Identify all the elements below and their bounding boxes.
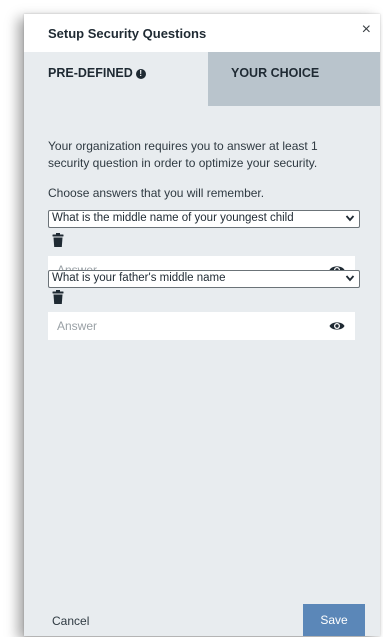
requirement-text: Your organization requires you to answer… (48, 139, 318, 170)
tab-your-choice-label: YOUR CHOICE (231, 66, 320, 80)
cancel-button[interactable]: Cancel (52, 614, 89, 628)
trash-icon[interactable] (52, 233, 64, 247)
question-select-1-value: What is the middle name of your youngest… (52, 212, 294, 224)
tab-pre-defined-label-wrap: PRE-DEFINED! (48, 66, 146, 80)
chevron-down-icon (345, 215, 355, 222)
chevron-down-icon (345, 275, 355, 282)
security-questions-dialog: Setup Security Questions × PRE-DEFINED! … (24, 14, 380, 636)
save-button[interactable]: Save (303, 604, 365, 636)
dialog-header: Setup Security Questions × (24, 14, 380, 53)
choose-answers-text: Choose answers that you will remember. (48, 186, 265, 200)
question-select-2[interactable]: What is your father's middle name (48, 270, 360, 288)
tab-pre-defined-label: PRE-DEFINED (48, 66, 133, 80)
eye-icon[interactable] (329, 320, 345, 332)
tab-pre-defined[interactable]: PRE-DEFINED! (24, 52, 208, 106)
answer-field-2-placeholder: Answer (57, 319, 98, 333)
dialog-footer: Cancel Save (24, 604, 380, 636)
close-icon[interactable]: × (362, 21, 371, 39)
info-icon[interactable]: ! (135, 69, 146, 79)
question-select-2-value: What is your father's middle name (52, 272, 226, 284)
answer-field-2[interactable]: Answer (48, 312, 355, 340)
tab-bar: PRE-DEFINED! YOUR CHOICE (24, 52, 380, 106)
tab-your-choice[interactable]: YOUR CHOICE (208, 52, 380, 106)
dialog-title: Setup Security Questions (48, 26, 207, 41)
trash-icon[interactable] (52, 290, 64, 304)
question-select-1[interactable]: What is the middle name of your youngest… (48, 210, 360, 228)
